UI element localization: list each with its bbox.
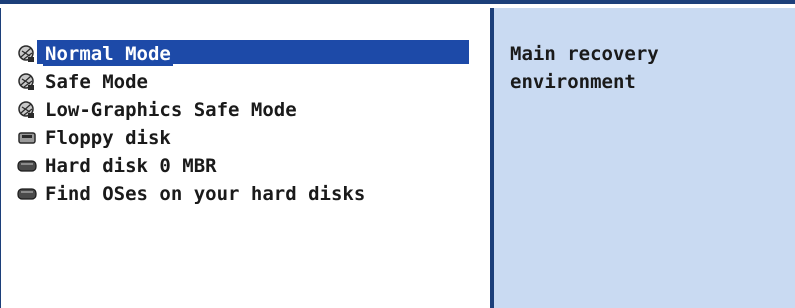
menu-item-label: Safe Mode [45,71,148,93]
recovery-icon [17,44,37,64]
description-pane: Main recovery environment [494,8,795,308]
menu-item-low-graphics-safe-mode[interactable]: Low-Graphics Safe Mode [17,96,469,124]
menu-item-normal-mode[interactable]: Normal Mode [17,40,469,68]
menu-item-label: Floppy disk [45,127,171,149]
menu-item-label: Low-Graphics Safe Mode [45,99,297,121]
menu-item-label: Hard disk 0 MBR [45,155,217,177]
boot-menu-pane: Normal Mode Safe Mode Low-Graphics Safe … [0,8,490,308]
recovery-icon [17,100,37,120]
recovery-icon [17,72,37,92]
boot-menu-window: Normal Mode Safe Mode Low-Graphics Safe … [0,0,795,308]
menu-item-safe-mode[interactable]: Safe Mode [17,68,469,96]
menu-item-label: Find OSes on your hard disks [45,183,366,205]
menu-item-floppy-disk[interactable]: Floppy disk [17,124,469,152]
boot-menu-list: Normal Mode Safe Mode Low-Graphics Safe … [17,40,469,208]
menu-item-label: Normal Mode [43,42,173,66]
menu-item-find-oses[interactable]: Find OSes on your hard disks [17,180,469,208]
hard-disk-icon [17,184,37,204]
hard-disk-icon [17,156,37,176]
item-description: Main recovery environment [510,43,659,93]
menu-item-hard-disk-mbr[interactable]: Hard disk 0 MBR [17,152,469,180]
floppy-disk-icon [17,128,37,148]
